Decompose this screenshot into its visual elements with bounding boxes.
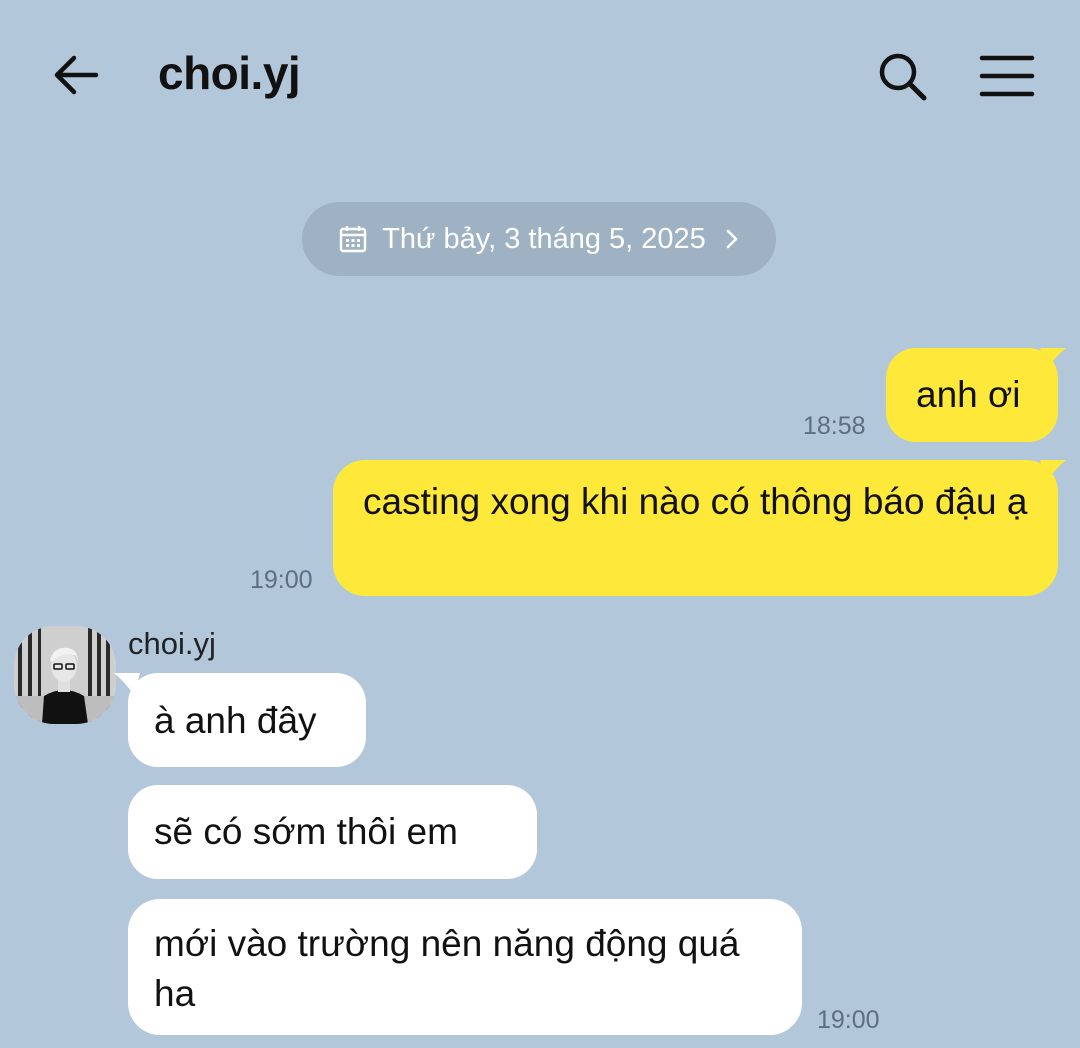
chat-header: choi.yj <box>0 0 1080 150</box>
message-time: 19:00 <box>817 1006 880 1034</box>
message-text: mới vào trường nên năng động quá ha <box>154 923 740 1014</box>
sender-name: choi.yj <box>128 626 216 661</box>
incoming-message-bubble[interactable]: à anh đây <box>128 673 366 767</box>
bubble-tail <box>1040 460 1066 482</box>
message-text: sẽ có sớm thôi em <box>154 811 458 852</box>
date-label: Thứ bảy, 3 tháng 5, 2025 <box>382 222 706 255</box>
message-text: casting xong khi nào có thông báo đậu ạ <box>363 481 1028 522</box>
outgoing-message-bubble[interactable]: casting xong khi nào có thông báo đậu ạ <box>333 460 1058 596</box>
bubble-tail <box>1040 348 1066 370</box>
incoming-message-bubble[interactable]: sẽ có sớm thôi em <box>128 785 537 879</box>
search-icon[interactable] <box>872 46 932 106</box>
message-time: 18:58 <box>803 412 866 440</box>
outgoing-message-bubble[interactable]: anh ơi <box>886 348 1058 442</box>
calendar-icon <box>338 224 368 254</box>
date-separator-button[interactable]: Thứ bảy, 3 tháng 5, 2025 <box>302 202 776 276</box>
message-text: à anh đây <box>154 700 317 741</box>
back-arrow-icon[interactable] <box>48 50 106 100</box>
chevron-right-icon <box>724 227 740 251</box>
incoming-message-bubble[interactable]: mới vào trường nên năng động quá ha <box>128 899 802 1035</box>
chat-title: choi.yj <box>158 47 301 99</box>
bubble-tail <box>114 673 140 695</box>
menu-icon[interactable] <box>976 48 1038 104</box>
message-text: anh ơi <box>916 374 1021 415</box>
avatar[interactable] <box>14 626 116 724</box>
message-time: 19:00 <box>250 566 313 594</box>
